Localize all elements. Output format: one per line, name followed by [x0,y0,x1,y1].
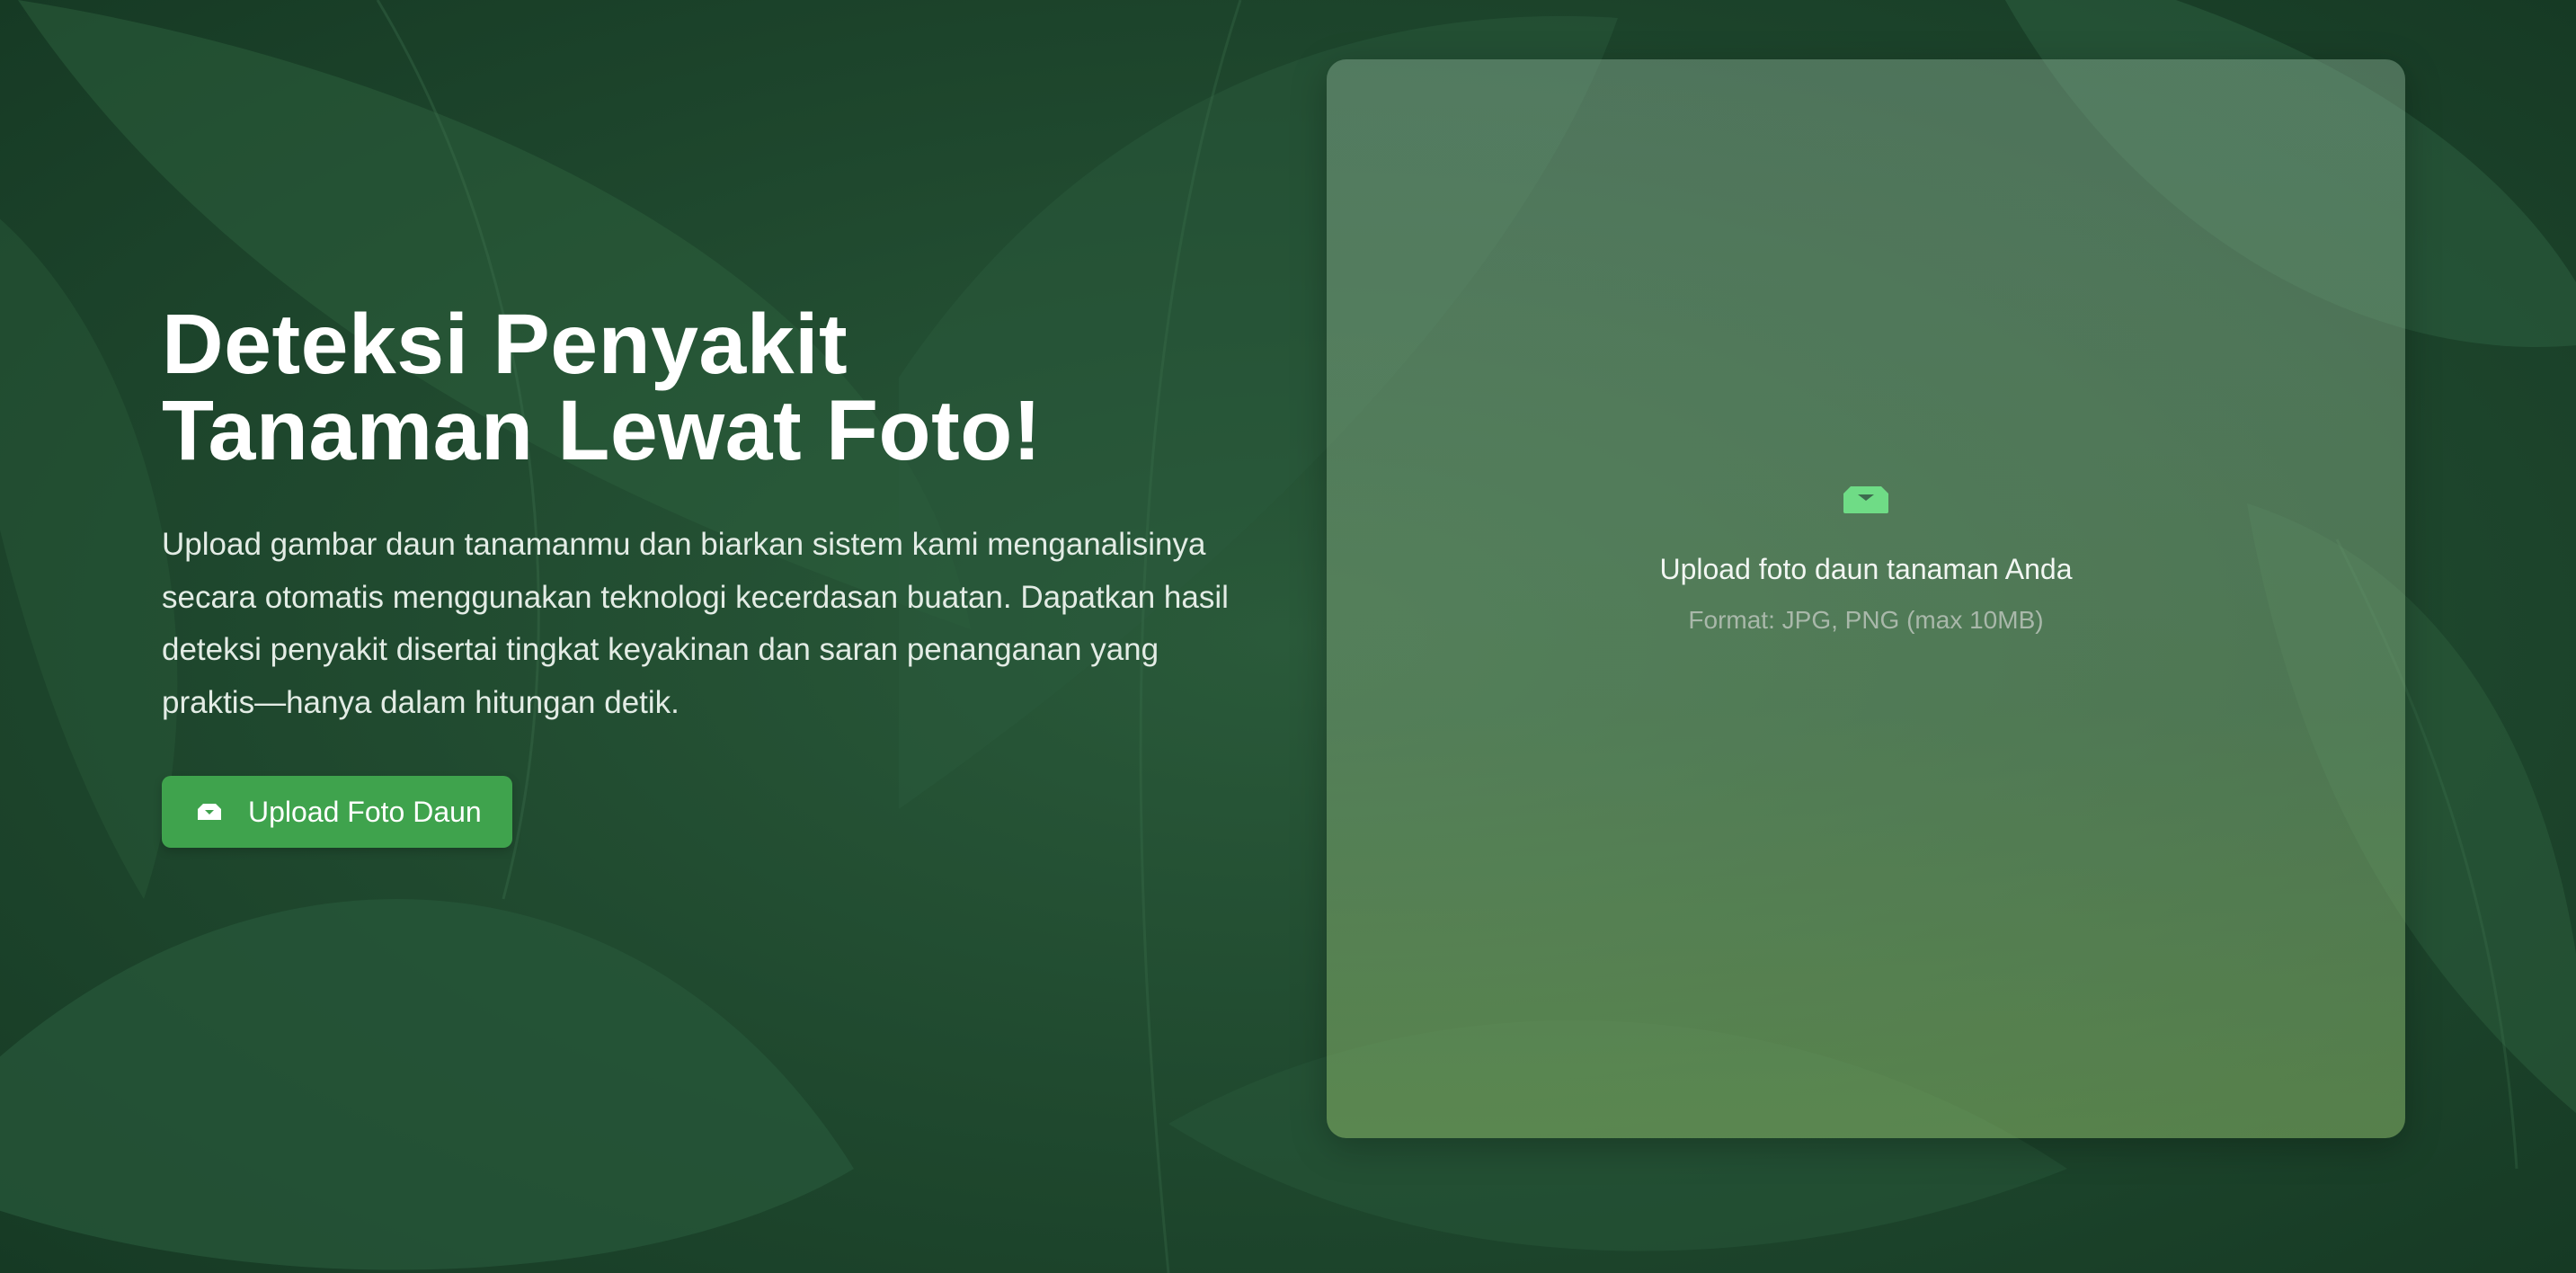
upload-dropzone[interactable]: Upload foto daun tanaman Anda Format: JP… [1327,59,2405,1138]
hero-title-line-2: Tanaman Lewat Foto! [162,383,1042,478]
upload-photo-button[interactable]: Upload Foto Daun [162,776,512,848]
dropzone-format-hint: Format: JPG, PNG (max 10MB) [1688,605,2044,634]
page: Deteksi Penyakit Tanaman Lewat Foto! Upl… [0,0,2576,1273]
hero-description: Upload gambar daun tanamanmu dan biarkan… [162,527,1229,720]
hero-title: Deteksi Penyakit Tanaman Lewat Foto! [162,301,1276,474]
upload-photo-button-label: Upload Foto Daun [248,795,482,828]
inbox-tray-icon [1843,485,1888,513]
dropzone-content: Upload foto daun tanaman Anda Format: JP… [1327,59,2405,1138]
inbox-tray-icon [198,804,221,820]
hero-title-line-1: Deteksi Penyakit [162,297,848,392]
hero-section: Deteksi Penyakit Tanaman Lewat Foto! Upl… [162,301,1276,848]
dropzone-title: Upload foto daun tanaman Anda [1659,552,2073,585]
